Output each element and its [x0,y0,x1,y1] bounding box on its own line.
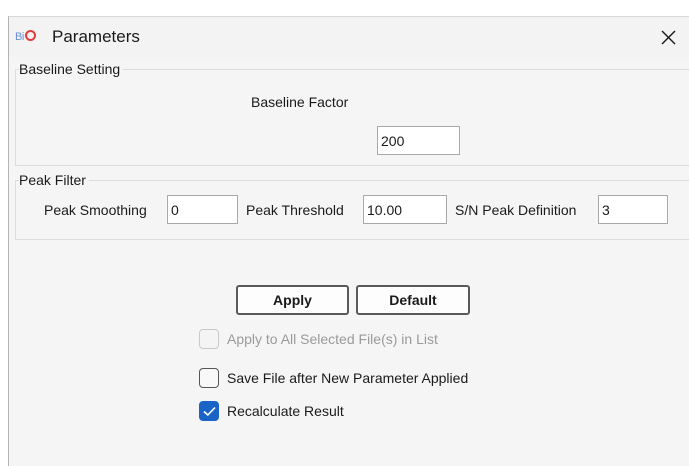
peak-threshold-input[interactable] [363,195,447,224]
title-bar: Bi Parameters [9,17,689,57]
recalculate-checkbox[interactable] [199,401,219,421]
recalculate-label: Recalculate Result [227,403,344,419]
bio-logo-icon: Bi [15,30,36,43]
peak-smoothing-input[interactable] [167,195,238,224]
close-icon [661,30,676,45]
baseline-setting-group: Baseline Setting Baseline Factor [15,61,689,166]
save-file-label: Save File after New Parameter Applied [227,370,469,386]
checkmark-icon [203,406,216,417]
apply-button[interactable]: Apply [236,285,349,315]
apply-all-label: Apply to All Selected File(s) in List [227,331,438,347]
baseline-setting-label: Baseline Setting [19,61,124,77]
apply-all-checkbox[interactable] [199,329,219,349]
peak-filter-label: Peak Filter [19,172,89,188]
window-title: Parameters [52,27,140,46]
close-button[interactable] [648,21,688,53]
save-file-checkbox[interactable] [199,368,219,388]
peak-filter-group: Peak Filter Peak Smoothing Peak Threshol… [15,172,689,240]
sn-peak-definition-input[interactable] [598,195,668,224]
baseline-factor-label: Baseline Factor [251,94,349,110]
parameters-dialog: Bi Parameters Baseline Setting Baseline … [8,16,689,466]
default-button[interactable]: Default [356,285,470,315]
peak-threshold-label: Peak Threshold [246,202,344,218]
sn-peak-definition-label: S/N Peak Definition [455,202,577,218]
baseline-factor-input[interactable] [377,126,460,155]
peak-smoothing-label: Peak Smoothing [44,202,147,218]
